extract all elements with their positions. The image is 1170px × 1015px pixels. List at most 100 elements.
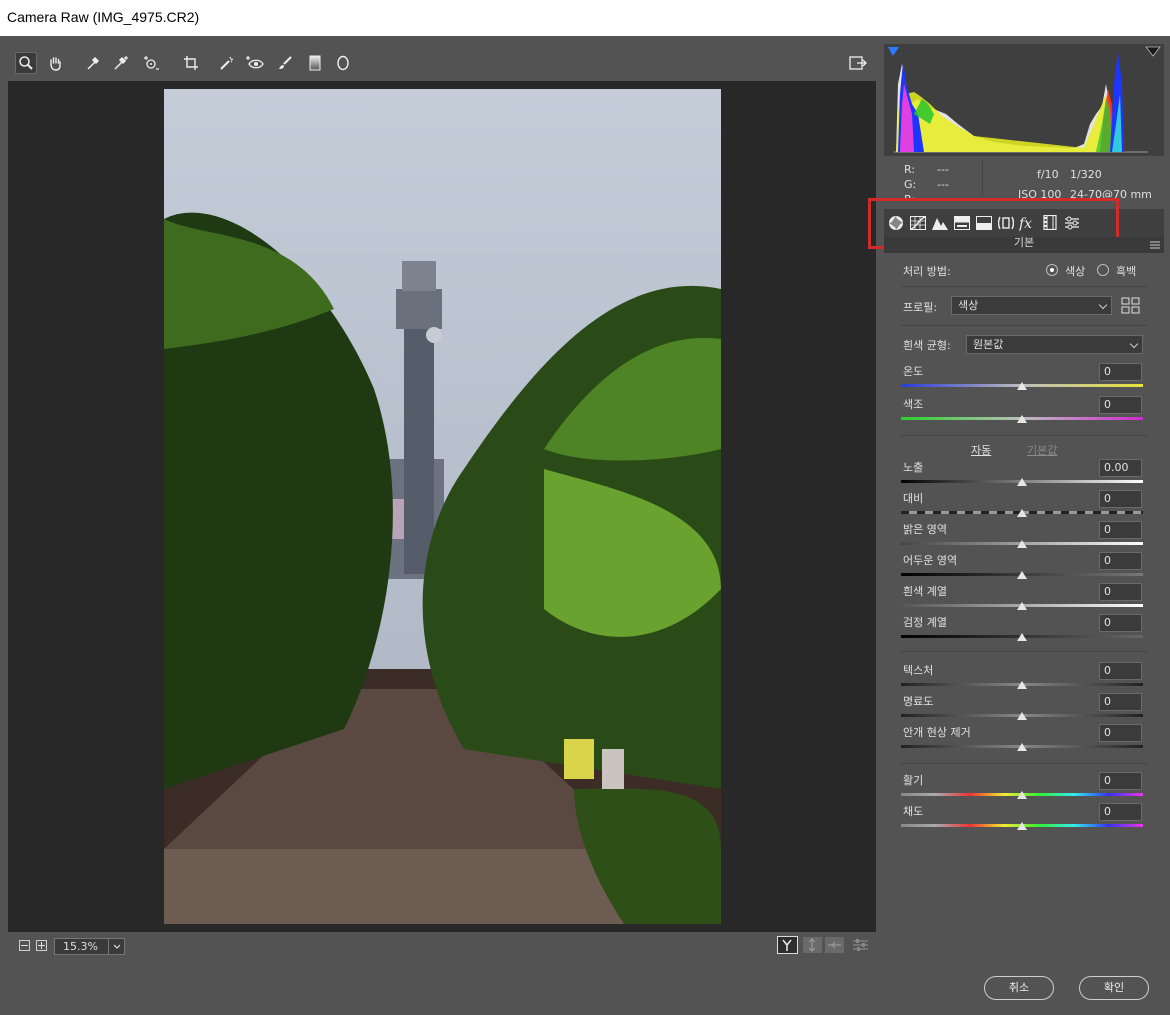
whites-thumb[interactable] <box>1017 602 1027 610</box>
status-bar: 15.3% <box>8 932 876 959</box>
wb-label: 흰색 균형: <box>903 339 951 352</box>
profile-label: 프로필: <box>903 301 938 314</box>
zoom-out-button[interactable] <box>19 940 30 951</box>
temperature-thumb[interactable] <box>1017 382 1027 390</box>
slider-label: 노출 <box>903 461 924 474</box>
tint-thumb[interactable] <box>1017 415 1027 423</box>
panel-menu-icon[interactable] <box>1150 240 1160 252</box>
treatment-color-radio[interactable] <box>1046 264 1058 276</box>
dehaze-thumb[interactable] <box>1017 743 1027 751</box>
red-eye-icon[interactable] <box>244 52 266 74</box>
slider-label: 밝은 영역 <box>903 523 947 536</box>
slider-label: 흰색 계열 <box>903 585 947 598</box>
before-after-view-icon[interactable] <box>777 936 798 954</box>
highlight-clipping-icon <box>1145 46 1161 57</box>
zoom-icon[interactable] <box>15 52 37 74</box>
vibrance-input[interactable]: 0 <box>1099 772 1142 790</box>
slider-label: 안개 현상 제거 <box>903 726 971 739</box>
slider-label: 명료도 <box>903 695 934 708</box>
chevron-down-icon <box>108 939 124 954</box>
cancel-button[interactable]: 취소 <box>984 976 1054 1000</box>
divider <box>901 651 1148 652</box>
info-divider <box>982 160 983 196</box>
slider-label: 대비 <box>903 492 924 505</box>
r-value: --- <box>937 163 949 176</box>
photo-preview[interactable] <box>164 89 721 924</box>
white-balance-icon[interactable] <box>82 52 104 74</box>
slider-label: 온도 <box>903 365 924 378</box>
open-preferences-icon[interactable] <box>847 52 869 74</box>
panel-header: 기본 <box>884 237 1164 253</box>
crop-icon[interactable] <box>180 52 202 74</box>
contrast-input[interactable]: 0 <box>1099 490 1142 508</box>
swap-settings-icon[interactable] <box>803 937 822 953</box>
shutter-value: 1/320 <box>1070 168 1102 181</box>
contrast-thumb[interactable] <box>1017 509 1027 517</box>
auto-button[interactable]: 자동 <box>971 442 991 458</box>
slider-label: 색조 <box>903 398 924 411</box>
highlights-thumb[interactable] <box>1017 540 1027 548</box>
toggle-settings-icon[interactable] <box>851 937 870 953</box>
aperture-value: f/10 <box>1037 168 1059 181</box>
slider-label: 활기 <box>903 774 924 787</box>
g-label: G: <box>904 178 917 191</box>
texture-input[interactable]: 0 <box>1099 662 1142 680</box>
copy-settings-icon[interactable] <box>825 937 844 953</box>
shadows-thumb[interactable] <box>1017 571 1027 579</box>
divider <box>901 286 1148 287</box>
color-sampler-icon[interactable] <box>110 52 132 74</box>
highlights-input[interactable]: 0 <box>1099 521 1142 539</box>
exposure-input[interactable]: 0.00 <box>1099 459 1142 477</box>
clarity-thumb[interactable] <box>1017 712 1027 720</box>
chevron-down-icon <box>1129 339 1139 349</box>
targeted-adjustment-icon[interactable] <box>140 52 162 74</box>
shadow-clipping-icon <box>888 47 899 56</box>
whites-input[interactable]: 0 <box>1099 583 1142 601</box>
profile-value: 색상 <box>958 299 979 312</box>
vibrance-thumb[interactable] <box>1017 791 1027 799</box>
profile-browser-icon[interactable] <box>1121 297 1141 318</box>
slider-label: 검정 계열 <box>903 616 947 629</box>
saturation-thumb[interactable] <box>1017 822 1027 830</box>
toolbar <box>8 44 876 81</box>
clarity-input[interactable]: 0 <box>1099 693 1142 711</box>
texture-thumb[interactable] <box>1017 681 1027 689</box>
temperature-input[interactable]: 0 <box>1099 363 1142 381</box>
treatment-bw-label: 흑백 <box>1116 265 1137 278</box>
radial-filter-icon[interactable] <box>332 52 354 74</box>
basic-panel: 처리 방법: 색상 흑백 프로필: 색상 흰색 균형: 원본값 온도 0 색조 … <box>884 253 1164 960</box>
g-value: --- <box>937 178 949 191</box>
saturation-input[interactable]: 0 <box>1099 803 1142 821</box>
shadows-input[interactable]: 0 <box>1099 552 1142 570</box>
wb-value: 원본값 <box>973 338 1004 351</box>
slider-label: 채도 <box>903 805 924 818</box>
adjustment-brush-icon[interactable] <box>274 52 296 74</box>
treatment-color-label: 색상 <box>1065 265 1086 278</box>
blacks-input[interactable]: 0 <box>1099 614 1142 632</box>
dehaze-input[interactable]: 0 <box>1099 724 1142 742</box>
spot-removal-icon[interactable] <box>216 52 238 74</box>
divider <box>901 325 1148 326</box>
divider <box>901 763 1148 764</box>
blacks-thumb[interactable] <box>1017 633 1027 641</box>
r-label: R: <box>904 163 916 176</box>
treatment-label: 처리 방법: <box>903 265 951 278</box>
graduated-filter-icon[interactable] <box>304 52 326 74</box>
hand-icon[interactable] <box>44 52 66 74</box>
chevron-down-icon <box>1098 300 1108 310</box>
exposure-thumb[interactable] <box>1017 478 1027 486</box>
default-button[interactable]: 기본값 <box>1027 442 1057 458</box>
tint-input[interactable]: 0 <box>1099 396 1142 414</box>
wb-select[interactable]: 원본값 <box>966 335 1143 354</box>
ok-button[interactable]: 확인 <box>1079 976 1149 1000</box>
divider <box>901 435 1148 436</box>
treatment-bw-radio[interactable] <box>1097 264 1109 276</box>
profile-select[interactable]: 색상 <box>951 296 1112 315</box>
panel-title: 기본 <box>1013 236 1035 249</box>
slider-label: 텍스처 <box>903 664 934 677</box>
zoom-level-value: 15.3% <box>63 940 98 953</box>
zoom-in-button[interactable] <box>36 940 47 951</box>
window-title: Camera Raw (IMG_4975.CR2) <box>0 0 1170 36</box>
slider-label: 어두운 영역 <box>903 554 958 567</box>
zoom-level-select[interactable]: 15.3% <box>54 938 125 955</box>
